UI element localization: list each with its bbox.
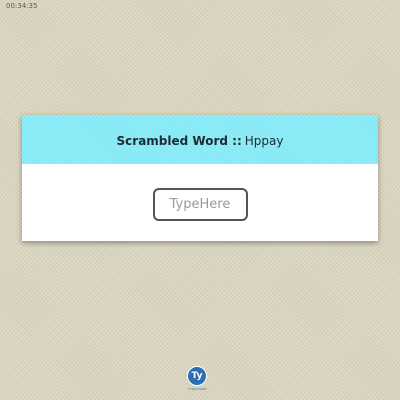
logo-caption: TYPEYOURS bbox=[187, 387, 207, 391]
scrambled-word-label: Scrambled Word :: bbox=[116, 133, 242, 148]
scrambled-word-line: Scrambled Word :: Hppay bbox=[117, 134, 284, 148]
scrambled-word-card: Scrambled Word :: Hppay bbox=[22, 115, 378, 241]
scrambled-word-value: Hppay bbox=[244, 133, 284, 148]
card-body bbox=[22, 164, 378, 241]
card-header: Scrambled Word :: Hppay bbox=[22, 115, 378, 164]
brand-logo: Ty TYPEYOURS bbox=[187, 366, 207, 391]
answer-input[interactable] bbox=[152, 188, 248, 221]
countdown-timer: 00:34:35 bbox=[6, 2, 38, 10]
logo-mark: Ty bbox=[187, 366, 207, 386]
